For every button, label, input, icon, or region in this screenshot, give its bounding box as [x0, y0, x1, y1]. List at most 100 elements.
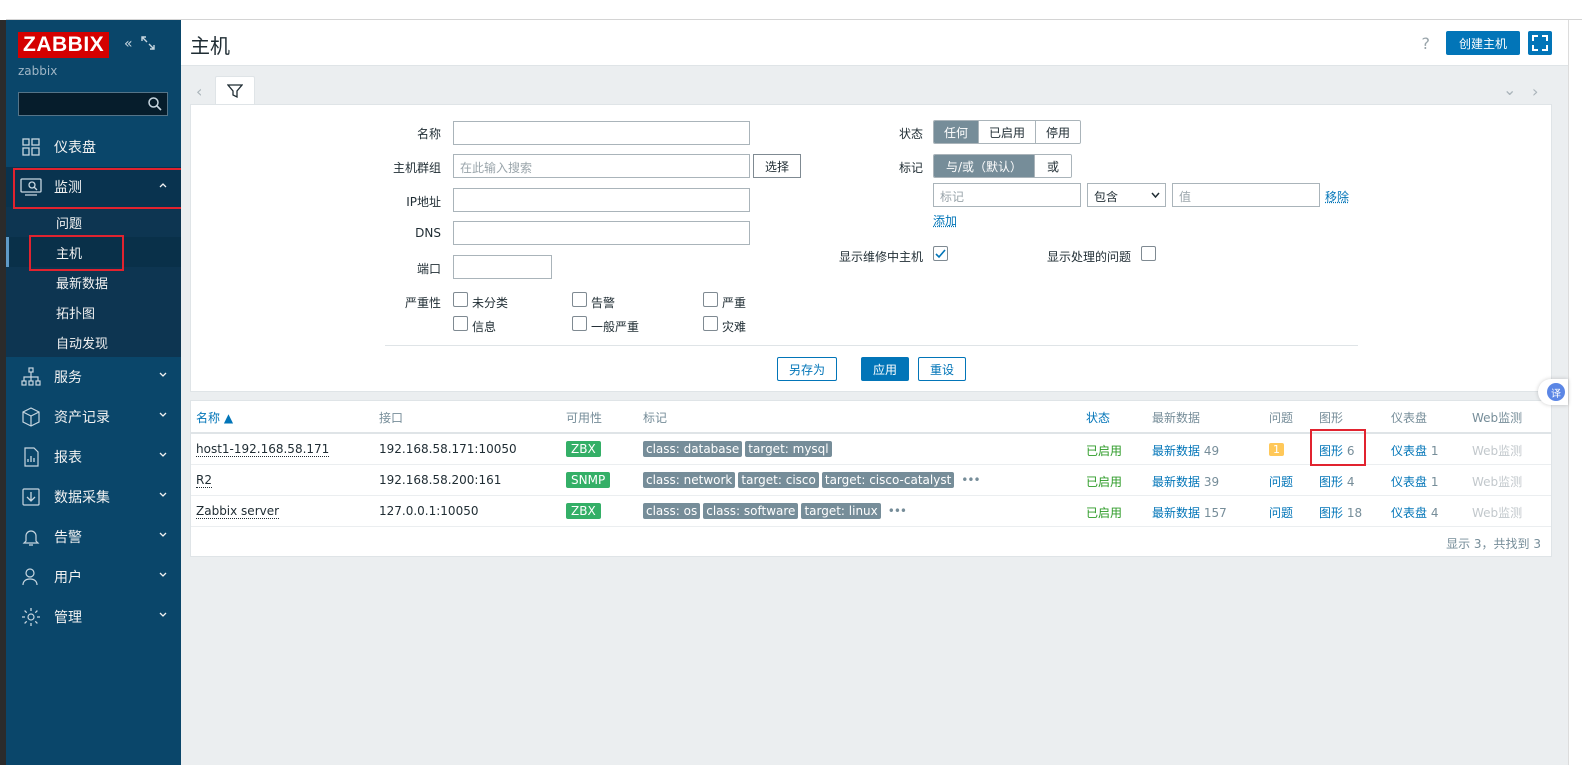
help-icon[interactable]: ? [1422, 34, 1431, 53]
availability-badge[interactable]: ZBX [566, 441, 601, 457]
nav-alerts[interactable]: 告警 [6, 517, 181, 557]
latest-data-link[interactable]: 最新数据 [1152, 506, 1200, 520]
sub-item-hosts[interactable]: 主机 [6, 237, 181, 267]
graphs-link[interactable]: 图形 [1319, 506, 1343, 520]
sidebar: ZABBIX « zabbix 仪表盘 监测 问题 主机 最新数据 拓扑图 自动… [6, 20, 181, 765]
sub-item-problems[interactable]: 问题 [6, 207, 181, 237]
dashboards-link[interactable]: 仪表盘 [1391, 506, 1427, 520]
dns-input[interactable] [453, 221, 750, 245]
tag-badge[interactable]: class: software [703, 503, 799, 519]
dashboards-link[interactable]: 仪表盘 [1391, 444, 1427, 458]
column-header-name[interactable]: 名称 ▲ [196, 409, 233, 426]
host-name-link[interactable]: Zabbix server [196, 504, 280, 519]
chevron-left-icon[interactable]: ‹ [196, 82, 202, 101]
problems-link[interactable]: 问题 [1269, 473, 1293, 490]
reset-button[interactable]: 重设 [918, 357, 966, 381]
chevron-right-icon[interactable]: › [1532, 82, 1538, 101]
create-host-button[interactable]: 创建主机 [1446, 31, 1520, 55]
host-name-link[interactable]: R2 [196, 473, 212, 488]
host-status[interactable]: 已启用 [1086, 442, 1122, 459]
chevron-down-icon [159, 612, 167, 617]
fullscreen-button[interactable] [1528, 31, 1552, 55]
tag-badge[interactable]: target: linux [801, 503, 881, 519]
severity-checkbox[interactable] [703, 292, 718, 307]
more-tags-icon[interactable]: ••• [888, 504, 907, 518]
nav-data-collection[interactable]: 数据采集 [6, 477, 181, 517]
severity-label-item: 灾难 [722, 320, 747, 334]
column-header-interface: 接口 [379, 411, 404, 425]
filter-tab[interactable] [215, 76, 255, 105]
ip-input[interactable] [453, 188, 750, 212]
nav-inventory[interactable]: 资产记录 [6, 397, 181, 437]
host-status[interactable]: 已启用 [1086, 473, 1122, 490]
tag-badge[interactable]: class: network [643, 472, 736, 488]
chevron-down-icon[interactable]: ⌄ [1503, 80, 1516, 99]
suppressed-checkbox[interactable] [1141, 246, 1156, 261]
problems-link[interactable]: 问题 [1269, 504, 1293, 521]
sub-item-discovery[interactable]: 自动发现 [6, 327, 181, 357]
sub-item-maps[interactable]: 拓扑图 [6, 297, 181, 327]
maintenance-checkbox[interactable] [933, 246, 948, 261]
remove-tag-link[interactable]: 移除 [1325, 188, 1349, 205]
nav-services[interactable]: 服务 [6, 357, 181, 397]
chevron-down-icon [159, 412, 167, 417]
graphs-link[interactable]: 图形 [1319, 475, 1343, 489]
tag-name-input[interactable]: 标记 [933, 183, 1081, 207]
severity-checkbox[interactable] [703, 316, 718, 331]
name-input[interactable] [453, 121, 750, 145]
status-option-enabled[interactable]: 已启用 [979, 121, 1037, 143]
column-header-status[interactable]: 状态 [1086, 409, 1110, 426]
tag-mode-and-or[interactable]: 与/或（默认） [934, 155, 1036, 177]
kiosk-mode-icon[interactable] [140, 36, 155, 54]
chevron-down-icon [159, 452, 167, 457]
search-icon[interactable] [147, 96, 163, 112]
latest-data-link[interactable]: 最新数据 [1152, 444, 1200, 458]
tag-badge[interactable]: target: cisco-catalyst [821, 472, 955, 488]
host-name-link[interactable]: host1-192.168.58.171 [196, 442, 330, 457]
zabbix-logo[interactable]: ZABBIX [18, 32, 110, 58]
severity-label: 严重性 [404, 296, 441, 310]
nav-monitoring[interactable]: 监测 [6, 167, 181, 207]
tag-mode-or[interactable]: 或 [1035, 155, 1072, 177]
dashboards-link[interactable]: 仪表盘 [1391, 475, 1427, 489]
nav-dashboard[interactable]: 仪表盘 [6, 127, 181, 167]
availability-badge[interactable]: ZBX [566, 503, 601, 519]
more-tags-icon[interactable]: ••• [961, 473, 980, 487]
tag-badge[interactable]: class: database [643, 441, 743, 457]
graphs-link[interactable]: 图形 [1319, 444, 1343, 458]
status-option-disabled[interactable]: 停用 [1036, 121, 1081, 143]
nav-reports[interactable]: 报表 [6, 437, 181, 477]
sub-item-latest-data[interactable]: 最新数据 [6, 267, 181, 297]
graphs-count: 6 [1346, 444, 1355, 458]
save-as-button[interactable]: 另存为 [777, 357, 837, 381]
translate-button[interactable]: 译 [1538, 379, 1568, 405]
latest-data-link[interactable]: 最新数据 [1152, 475, 1200, 489]
dns-label: DNS [415, 226, 441, 240]
hostgroup-input[interactable]: 在此输入搜索 [453, 154, 750, 178]
tag-badge[interactable]: class: os [643, 503, 701, 519]
tag-badge[interactable]: target: mysql [745, 441, 832, 457]
severity-checkbox[interactable] [453, 292, 468, 307]
severity-label-item: 未分类 [472, 296, 509, 310]
nav-users[interactable]: 用户 [6, 557, 181, 597]
latest-data-count: 157 [1203, 506, 1227, 520]
column-header-problems: 问题 [1269, 411, 1294, 425]
select-hostgroup-button[interactable]: 选择 [753, 154, 801, 178]
port-input[interactable] [453, 255, 552, 279]
nav-label: 用户 [54, 570, 82, 586]
collapse-sidebar-icon[interactable]: « [124, 36, 133, 54]
sidebar-search-input[interactable] [18, 92, 168, 116]
apply-button[interactable]: 应用 [861, 357, 909, 381]
tag-badge[interactable]: target: cisco [738, 472, 819, 488]
nav-administration[interactable]: 管理 [6, 597, 181, 637]
availability-badge[interactable]: SNMP [566, 472, 611, 488]
tag-operator-select[interactable]: 包含 [1087, 183, 1166, 207]
tag-value-input[interactable]: 值 [1172, 183, 1320, 207]
add-tag-link[interactable]: 添加 [933, 212, 957, 229]
problem-count-badge[interactable]: 1 [1269, 443, 1284, 456]
status-option-any[interactable]: 任何 [934, 121, 980, 143]
severity-checkbox[interactable] [453, 316, 468, 331]
severity-checkbox[interactable] [572, 316, 587, 331]
severity-checkbox[interactable] [572, 292, 587, 307]
host-status[interactable]: 已启用 [1086, 504, 1122, 521]
